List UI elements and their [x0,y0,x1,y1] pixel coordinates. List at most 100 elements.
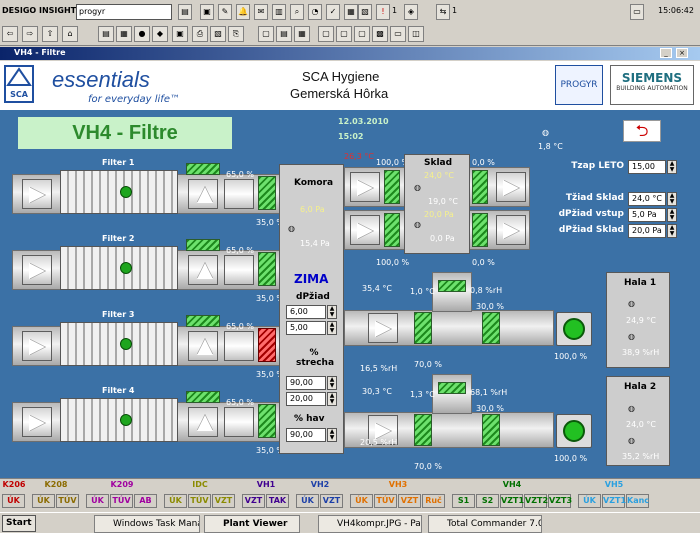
nav-item-button[interactable]: AB [134,494,157,508]
filter-damper-top[interactable] [186,163,220,175]
setpoint-spinner[interactable]: ▲ ▼ [667,224,677,238]
toolbar2-btn-16[interactable]: ▢ [318,26,334,42]
supply-damper-2[interactable] [414,414,432,446]
filter-bank[interactable] [60,170,178,214]
toolbar2-btn-7[interactable]: ● [134,26,150,42]
toolbar-btn-3[interactable]: ✎ [218,4,232,20]
nav-item-button[interactable]: VZT [212,494,235,508]
toolbar-btn-5[interactable]: ✉ [254,4,268,20]
nav-item-button[interactable]: TÚV [110,494,133,508]
setpoint-field[interactable]: 15,00 [628,160,666,174]
nav-item-button[interactable]: TÚV [374,494,397,508]
filter-damper-side[interactable] [258,404,276,438]
toolbar2-btn-13[interactable]: ▢ [258,26,274,42]
setpoint-field[interactable]: 5,0 Pa [628,208,666,222]
toolbar2-btn-10[interactable]: ⎙ [192,26,208,42]
toolbar-btn-13[interactable]: ◈ [404,4,418,20]
toolbar2-btn-3[interactable]: ⇧ [42,26,58,42]
hav-spinner[interactable]: ▲ ▼ [327,428,337,442]
filter-damper-top[interactable] [186,239,220,251]
nav-item-button[interactable]: TÚV [188,494,211,508]
strecha-field-1[interactable]: 90,00 [286,376,326,390]
supply-damper-1[interactable] [414,312,432,344]
nav-item-button[interactable]: VZT3 [548,494,572,508]
dpziad-field-2[interactable]: 5,00 [286,321,326,335]
bell-icon[interactable]: 🔔 [236,4,250,20]
strecha-spinner-1[interactable]: ▲ ▼ [327,376,337,390]
search-icon[interactable]: ⌕ [290,4,304,20]
nav-item-button[interactable]: ÚK [578,494,601,508]
fan-hala-1[interactable] [556,312,592,346]
nav-item-button[interactable]: TAK [266,494,289,508]
nav-item-button[interactable]: VZT2 [524,494,548,508]
toolbar2-btn-21[interactable]: ◫ [408,26,424,42]
toolbar2-btn-8[interactable]: ◆ [152,26,168,42]
dpziad-field-1[interactable]: 6,00 [286,305,326,319]
filter-damper-side[interactable] [258,252,276,286]
filter-damper-top[interactable] [186,315,220,327]
app-dropdown[interactable]: progyr [76,4,172,20]
taskbar-item-0[interactable]: Windows Task Manager [94,515,200,533]
sklad-damper-3[interactable] [472,170,488,204]
nav-item-button[interactable]: ÚK [350,494,373,508]
alarm-icon[interactable]: ! [376,4,390,20]
supply-damper-4[interactable] [438,382,466,394]
nav-item-button[interactable]: ÚK [164,494,187,508]
nav-item-button[interactable]: TÚV [56,494,79,508]
toolbar-btn-1[interactable]: ▤ [178,4,192,20]
dpziad-spinner-2[interactable]: ▲ ▼ [327,321,337,335]
toolbar2-btn-11[interactable]: ▧ [210,26,226,42]
sklad-damper-4[interactable] [472,213,488,247]
toolbar2-btn-9[interactable]: ▣ [172,26,188,42]
clock-icon[interactable]: ◔ [308,4,322,20]
nav-item-button[interactable]: ÚK [32,494,55,508]
supply-damper-6[interactable] [482,414,500,446]
supply-damper-5[interactable] [482,312,500,344]
filter-bank[interactable] [60,398,178,442]
nav-item-button[interactable]: ÚK [296,494,319,508]
toolbar2-btn-12[interactable]: ⎘ [228,26,244,42]
chart-icon[interactable]: ▥ [272,4,286,20]
hav-field[interactable]: 90,00 [286,428,326,442]
monitor-icon[interactable]: ▭ [630,4,644,20]
toolbar2-btn-1[interactable]: ⇦ [2,26,18,42]
setpoint-spinner[interactable]: ▲ ▼ [667,160,677,174]
back-button[interactable]: ⮌ [623,120,661,142]
nav-item-button[interactable]: VZT [320,494,343,508]
toolbar-btn-14[interactable]: ⇆ [436,4,450,20]
setpoint-field[interactable]: 20,0 Pa [628,224,666,238]
setpoint-spinner[interactable]: ▲ ▼ [667,208,677,222]
nav-item-button[interactable]: S2 [476,494,499,508]
strecha-field-2[interactable]: 20,00 [286,392,326,406]
filter-damper-top[interactable] [186,391,220,403]
toolbar2-btn-5[interactable]: ▤ [98,26,114,42]
nav-item-button[interactable]: ÚK [2,494,25,508]
filter-damper-side[interactable] [258,328,276,362]
filter-damper-side[interactable] [258,176,276,210]
nav-item-button[interactable]: ÚK [86,494,109,508]
minimize-button[interactable]: _ [660,48,672,58]
supply-damper-3[interactable] [438,280,466,292]
toolbar-btn-2[interactable]: ▣ [200,4,214,20]
toolbar2-btn-19[interactable]: ▩ [372,26,388,42]
sklad-damper-1[interactable] [384,170,400,204]
toolbar-btn-9[interactable]: ✓ [326,4,340,20]
start-button[interactable]: Start [2,515,36,532]
toolbar2-btn-2[interactable]: ⇨ [22,26,38,42]
dpziad-spinner-1[interactable]: ▲ ▼ [327,305,337,319]
fan-hala-2[interactable] [556,414,592,448]
toolbar2-btn-14[interactable]: ▤ [276,26,292,42]
nav-item-button[interactable]: VZT [242,494,265,508]
setpoint-field[interactable]: 24,0 °C [628,192,666,206]
nav-item-button[interactable]: VZT [398,494,421,508]
setpoint-spinner[interactable]: ▲ ▼ [667,192,677,206]
nav-item-button[interactable]: VZT1 [602,494,626,508]
toolbar-btn-10[interactable]: ▦ [344,4,358,20]
filter-bank[interactable] [60,246,178,290]
taskbar-item-2[interactable]: VH4kompr.JPG - Paint [318,515,422,533]
toolbar2-btn-4[interactable]: ⌂ [62,26,78,42]
toolbar2-btn-18[interactable]: ▢ [354,26,370,42]
taskbar-item-3[interactable]: Total Commander 7.04a ... [428,515,542,533]
toolbar2-btn-6[interactable]: ▦ [116,26,132,42]
strecha-spinner-2[interactable]: ▲ ▼ [327,392,337,406]
